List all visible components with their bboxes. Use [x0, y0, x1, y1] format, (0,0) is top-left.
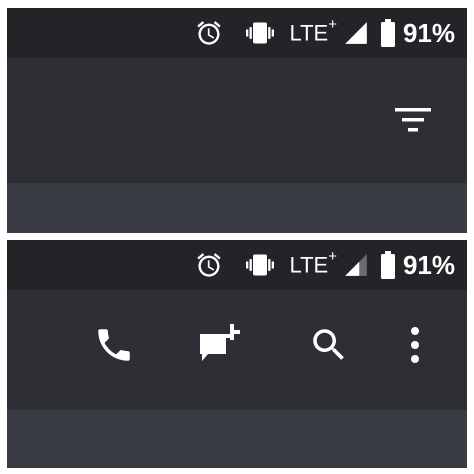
search-icon [308, 324, 350, 371]
network-type-label: LTE+ [289, 16, 337, 46]
screenshot-bottom: LTE+ 91% [7, 240, 467, 468]
status-icons: LTE+ 91% [195, 240, 455, 290]
battery-percent: 91% [402, 249, 455, 280]
battery-icon [380, 19, 395, 47]
vibrate-icon [243, 251, 277, 279]
more-vert-icon [408, 325, 422, 370]
cell-signal-partial-icon [343, 252, 369, 278]
content-strip [7, 410, 467, 468]
vibrate-icon [243, 19, 277, 47]
phone-icon [93, 324, 135, 371]
alarm-clock-icon [195, 19, 223, 47]
filter-button[interactable] [389, 98, 437, 146]
alarm-clock-icon [195, 251, 223, 279]
battery-percent: 91% [402, 17, 455, 48]
new-message-button[interactable] [195, 323, 243, 371]
network-type-label: LTE+ [289, 248, 337, 278]
call-button[interactable] [90, 323, 138, 371]
status-icons: LTE+ 91% [195, 8, 455, 58]
search-button[interactable] [305, 323, 353, 371]
filter-list-icon [393, 105, 433, 140]
status-bar: LTE+ 91% [7, 240, 467, 290]
cell-signal-full-icon [343, 20, 369, 46]
content-strip [7, 183, 467, 233]
add-comment-icon [196, 322, 242, 373]
screenshot-top: LTE+ 91% [7, 8, 467, 233]
battery-icon [380, 251, 395, 279]
status-bar: LTE+ 91% [7, 8, 467, 58]
more-options-button[interactable] [391, 323, 439, 371]
app-bar [7, 58, 467, 183]
app-bar [7, 290, 467, 410]
